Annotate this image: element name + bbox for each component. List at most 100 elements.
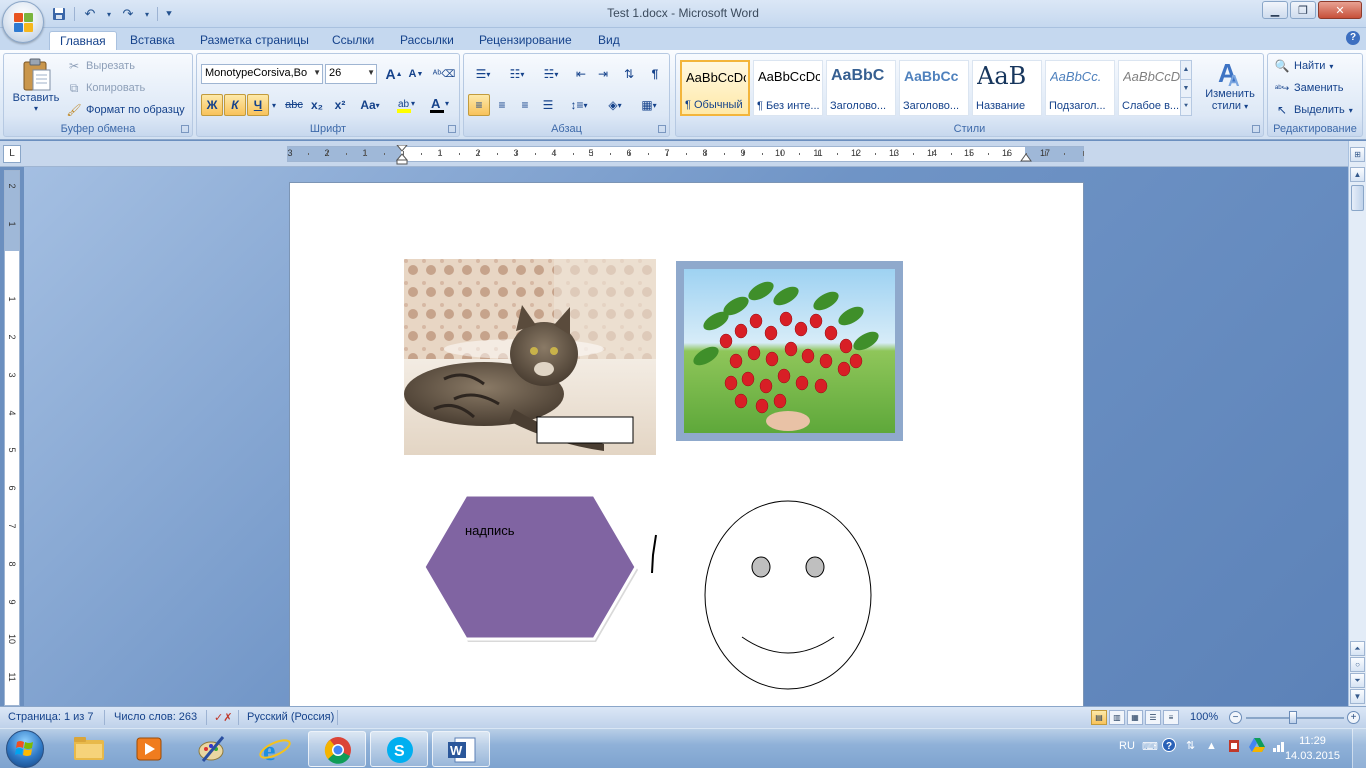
minimize-button[interactable]: ▁ <box>1262 1 1288 19</box>
ruler-toggle-icon[interactable]: ⊞ <box>1350 147 1365 162</box>
style-heading-1[interactable]: AaBbC Заголово... <box>826 60 896 116</box>
zoom-level[interactable]: 100% <box>1190 711 1218 723</box>
dialog-launcher-icon[interactable] <box>448 125 456 133</box>
help-tray-icon[interactable]: ? <box>1162 738 1176 755</box>
word-count[interactable]: Число слов: 263 <box>114 711 197 723</box>
tab-home[interactable]: Главная <box>49 31 117 50</box>
highlight-button[interactable]: ab ▾ <box>391 94 421 116</box>
print-layout-view-button[interactable]: ▤ <box>1091 710 1107 725</box>
format-painter-button[interactable]: 🖌 Формат по образцу <box>66 100 184 120</box>
style-subtle-emphasis[interactable]: AaBbCcDc Слабое в... <box>1118 60 1188 116</box>
show-marks-button[interactable]: ¶ <box>644 63 666 85</box>
font-family-combo[interactable]: MonotypeCorsiva,Bo ▼ <box>201 64 323 84</box>
dialog-launcher-icon[interactable] <box>181 125 189 133</box>
system-clock[interactable]: 11:29 14.03.2015 <box>1285 734 1340 764</box>
scroll-down-button[interactable]: ▼ <box>1350 689 1365 704</box>
style-title[interactable]: AaB Название <box>972 60 1042 116</box>
help-icon[interactable]: ? <box>1346 31 1360 45</box>
justify-button[interactable]: ☰ <box>537 94 559 116</box>
horizontal-ruler[interactable]: 3 2 1 1 2 3 4 5 6 7 8 9 10 11 12 13 14 1… <box>287 145 1084 165</box>
dialog-launcher-icon[interactable] <box>1252 125 1260 133</box>
full-screen-reading-button[interactable]: ▥ <box>1109 710 1125 725</box>
superscript-button[interactable]: x² <box>329 94 351 116</box>
change-styles-button[interactable]: A A Изменить стили ▾ <box>1198 58 1262 112</box>
strikethrough-button[interactable]: abc <box>283 94 305 116</box>
input-language[interactable]: RU <box>1119 740 1135 752</box>
google-drive-icon[interactable] <box>1249 738 1265 755</box>
outline-view-button[interactable]: ☰ <box>1145 710 1161 725</box>
document-area[interactable]: надпись <box>24 167 1348 706</box>
find-button[interactable]: 🔍 Найти ▾ <box>1274 56 1334 76</box>
tab-view[interactable]: Вид <box>598 31 620 50</box>
show-desktop-button[interactable] <box>1352 729 1366 768</box>
decrease-indent-button[interactable]: ⇤ <box>570 63 592 85</box>
smiley-face-shape[interactable] <box>704 499 874 691</box>
next-page-button[interactable]: ⏷ <box>1350 673 1365 688</box>
cut-button[interactable]: ✂ Вырезать <box>66 56 135 76</box>
tab-mailings[interactable]: Рассылки <box>400 31 454 50</box>
zoom-out-button[interactable]: − <box>1229 711 1242 724</box>
scroll-thumb[interactable] <box>1351 185 1364 211</box>
maximize-button[interactable]: ❐ <box>1290 1 1316 19</box>
align-left-button[interactable]: ≡ <box>468 94 490 116</box>
tab-insert[interactable]: Вставка <box>130 31 175 50</box>
subscript-button[interactable]: x₂ <box>306 94 328 116</box>
font-size-combo[interactable]: 26 ▼ <box>325 64 377 84</box>
style-heading-2[interactable]: AaBbCc Заголово... <box>899 60 969 116</box>
vertical-ruler[interactable]: 2 1 1 2 3 4 5 6 7 8 9 10 11 <box>4 170 20 706</box>
font-color-button[interactable]: A ▾ <box>425 94 455 116</box>
increase-indent-button[interactable]: ⇥ <box>592 63 614 85</box>
numbering-button[interactable]: ☷ ▾ <box>502 63 532 85</box>
show-hidden-icons[interactable]: ▲ <box>1206 740 1217 752</box>
replace-button[interactable]: ᵃᵇ↪ Заменить <box>1274 78 1344 98</box>
shading-button[interactable]: ◈ ▾ <box>600 94 630 116</box>
change-case-button[interactable]: Aa ▾ <box>355 94 385 116</box>
keyboard-icon[interactable]: ⌨ <box>1142 740 1158 753</box>
office-button[interactable] <box>2 1 44 43</box>
close-button[interactable]: ✕ <box>1318 1 1362 19</box>
explorer-taskbar-button[interactable] <box>60 731 118 767</box>
line-spacing-button[interactable]: ↕≡ ▾ <box>564 94 594 116</box>
align-right-button[interactable]: ≡ <box>514 94 536 116</box>
word-taskbar-button[interactable]: W <box>432 731 490 767</box>
spelling-check-icon[interactable]: ✓✗ <box>214 711 232 724</box>
vertical-scrollbar[interactable]: ⊞ ▲ ⏶ ○ ⏷ ▼ <box>1348 141 1366 706</box>
italic-button[interactable]: К <box>224 94 246 116</box>
grow-font-button[interactable]: A ▲ <box>383 63 405 85</box>
underline-dropdown-icon[interactable]: ▾ <box>269 94 279 116</box>
shrink-font-button[interactable]: A ▼ <box>405 63 427 85</box>
document-page[interactable]: надпись <box>289 182 1084 706</box>
cat-photo[interactable] <box>404 259 656 455</box>
bold-button[interactable]: Ж <box>201 94 223 116</box>
zoom-in-button[interactable]: + <box>1347 711 1360 724</box>
skype-taskbar-button[interactable]: S <box>370 731 428 767</box>
antivirus-tray-icon[interactable] <box>1226 738 1242 757</box>
paint-taskbar-button[interactable] <box>183 731 241 767</box>
media-player-taskbar-button[interactable] <box>120 731 178 767</box>
language-indicator[interactable]: Русский (Россия) <box>247 711 334 723</box>
clear-formatting-button[interactable]: ᴬᵇ⌫ <box>433 63 455 85</box>
tab-references[interactable]: Ссылки <box>332 31 374 50</box>
paste-button[interactable]: Вставить ▾ <box>8 58 64 113</box>
tab-page-layout[interactable]: Разметка страницы <box>200 31 309 50</box>
hexagon-textbox[interactable]: надпись <box>465 523 515 538</box>
zoom-slider-thumb[interactable] <box>1289 711 1297 724</box>
dialog-launcher-icon[interactable] <box>658 125 666 133</box>
align-center-button[interactable]: ≡ <box>491 94 513 116</box>
web-layout-button[interactable]: ▦ <box>1127 710 1143 725</box>
style-no-spacing[interactable]: AaBbCcDc ¶ Без инте... <box>753 60 823 116</box>
paste-dropdown-icon[interactable]: ▾ <box>8 104 64 113</box>
chevron-up-icon[interactable]: ▲ <box>1181 61 1191 79</box>
tab-review[interactable]: Рецензирование <box>479 31 572 50</box>
chrome-taskbar-button[interactable] <box>308 731 366 767</box>
internet-explorer-taskbar-button[interactable]: e <box>246 731 304 767</box>
copy-button[interactable]: ⧉ Копировать <box>66 78 146 98</box>
start-button[interactable] <box>6 730 44 768</box>
settings-tray-icon[interactable]: ⇅ <box>1186 739 1195 752</box>
page-count[interactable]: Страница: 1 из 7 <box>8 711 94 723</box>
select-button[interactable]: ↖ Выделить ▾ <box>1274 100 1353 120</box>
style-subtitle[interactable]: AaBbCc. Подзагол... <box>1045 60 1115 116</box>
browse-object-button[interactable]: ○ <box>1350 657 1365 672</box>
underline-button[interactable]: Ч <box>247 94 269 116</box>
line-shape[interactable] <box>648 533 662 575</box>
